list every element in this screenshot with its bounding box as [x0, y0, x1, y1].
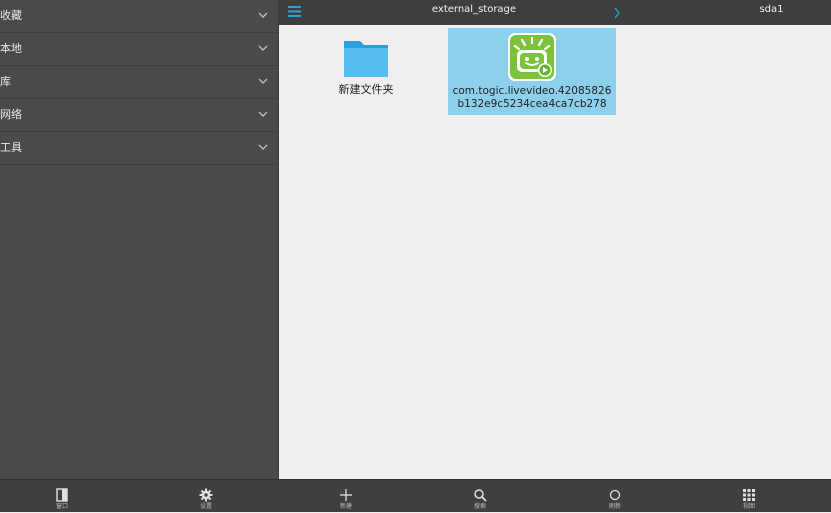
search-icon [474, 489, 487, 502]
grid-icon [743, 489, 755, 501]
chevron-down-icon [258, 76, 268, 86]
panel-icon [56, 488, 68, 502]
settings-button[interactable]: 设置 [176, 480, 236, 513]
new-button[interactable]: 新建 [316, 480, 376, 513]
sidebar-item-network[interactable]: 网络 [0, 99, 278, 132]
panel-label: 窗口 [55, 503, 68, 510]
file-grid: 新建文件夹 com.togic.livevideo.42085826b132e9… [279, 25, 831, 479]
path-title[interactable]: external_storage [419, 0, 529, 25]
search-button[interactable]: 搜索 [450, 480, 510, 513]
file-item-apk[interactable]: com.togic.livevideo.42085826b132e9c5234c… [448, 28, 616, 115]
refresh-icon [609, 489, 621, 501]
search-label: 搜索 [473, 503, 486, 510]
path-header: external_storage sda1 [279, 0, 831, 25]
bottom-toolbar: 窗口 设置 新建 搜索 刷新 视图 [0, 479, 831, 512]
chevron-down-icon [258, 43, 268, 53]
new-label: 新建 [339, 503, 352, 510]
plus-icon [340, 489, 352, 501]
sidebar-item-label: 网络 [0, 108, 22, 121]
sidebar-item-library[interactable]: 库 [0, 66, 278, 99]
chevron-right-icon [613, 4, 621, 19]
app-icon [508, 33, 556, 81]
panel-button[interactable]: 窗口 [32, 480, 92, 513]
folder-icon [344, 41, 388, 77]
gear-icon [199, 488, 213, 502]
sidebar-item-label: 工具 [0, 141, 22, 154]
file-name: com.togic.livevideo.42085826b132e9c5234c… [452, 85, 612, 110]
sidebar: 收藏 本地 库 网络 工具 [0, 0, 279, 479]
sidebar-item-label: 本地 [0, 42, 22, 55]
sidebar-item-tools[interactable]: 工具 [0, 132, 278, 165]
menu-icon[interactable] [287, 4, 303, 20]
file-item-folder[interactable]: 新建文件夹 [328, 35, 404, 105]
sidebar-item-label: 库 [0, 75, 11, 88]
breadcrumb-sda1[interactable]: sda1 [749, 0, 794, 25]
sidebar-item-local[interactable]: 本地 [0, 33, 278, 66]
file-name: 新建文件夹 [338, 83, 394, 96]
chevron-down-icon [258, 142, 268, 152]
chevron-down-icon [258, 109, 268, 119]
refresh-button[interactable]: 刷新 [585, 480, 645, 513]
chevron-down-icon [258, 10, 268, 20]
settings-label: 设置 [199, 503, 212, 510]
refresh-label: 刷新 [608, 503, 621, 510]
view-label: 视图 [742, 503, 755, 510]
view-button[interactable]: 视图 [719, 480, 779, 513]
sidebar-item-favorites[interactable]: 收藏 [0, 0, 278, 33]
sidebar-item-label: 收藏 [0, 9, 22, 22]
